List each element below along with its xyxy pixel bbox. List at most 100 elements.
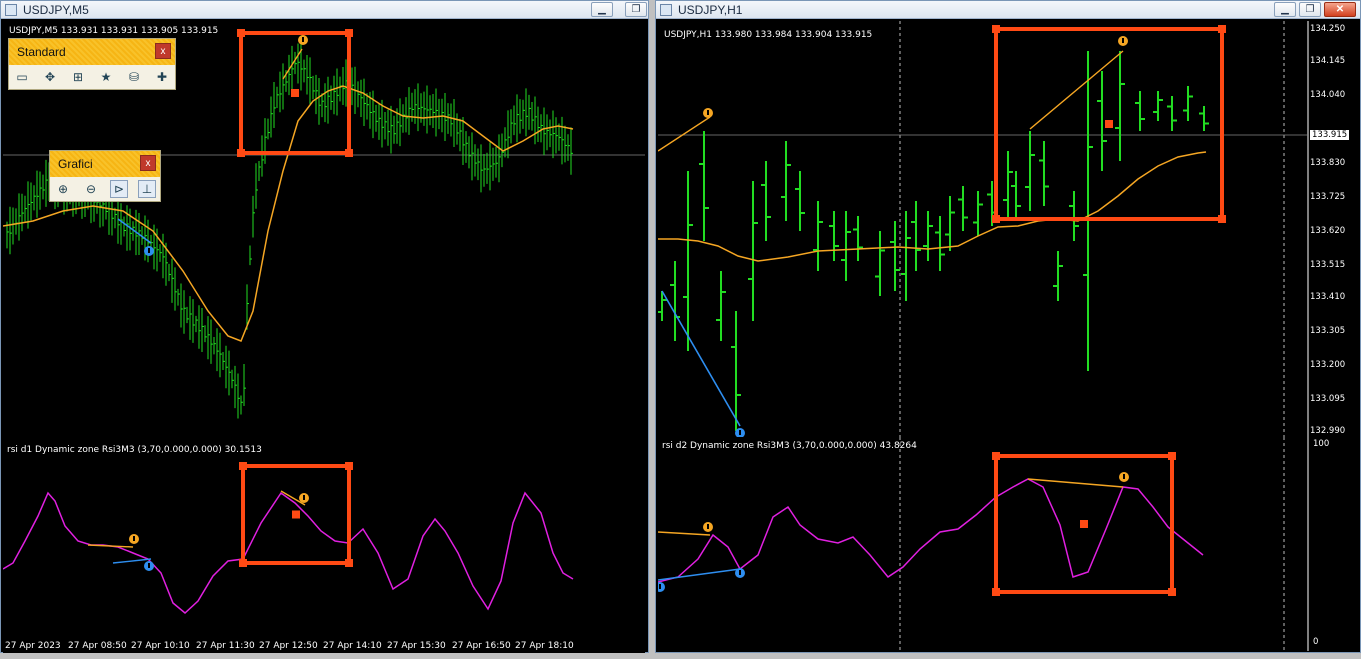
highlight-handle (992, 215, 1000, 223)
window-icon[interactable]: ▭ (13, 68, 31, 86)
window-titlebar[interactable]: USDJPY,M5 ▁ ❐ (1, 1, 648, 19)
toolbar-header[interactable]: Grafici x (50, 151, 160, 177)
bearish-arrow-icon-stem (1122, 38, 1124, 43)
autoscroll-icon[interactable]: ⊥ (138, 180, 156, 198)
time-label: 27 Apr 11:30 (196, 641, 255, 651)
bearish-arrow-icon-stem (302, 37, 304, 42)
highlight-handle (345, 462, 353, 470)
price-label: 133.725 (1310, 192, 1346, 202)
symbol-info: USDJPY,M5 133.931 133.931 133.905 133.91… (9, 26, 219, 36)
highlight-center-handle (1105, 120, 1113, 128)
window-title: USDJPY,M5 (23, 3, 89, 17)
toolbar-header[interactable]: Standard x (9, 39, 175, 65)
rsi-line (3, 491, 574, 614)
toolbar-grafici[interactable]: Grafici x ⊕ ⊖ ⊳ ⊥ (49, 150, 161, 202)
minimize-button[interactable]: ▁ (591, 2, 613, 17)
highlight-handle (1168, 452, 1176, 460)
price-label: 133.305 (1310, 326, 1346, 336)
highlight-handle (1168, 588, 1176, 596)
time-label: 27 Apr 12:50 (259, 641, 318, 651)
indicator-info: rsi d1 Dynamic zone Rsi3M3 (3,70,0.000,0… (7, 445, 262, 455)
highlight-center-handle (291, 89, 299, 97)
navigator-icon[interactable]: ⊞ (69, 68, 87, 86)
time-label: 27 Apr 15:30 (387, 641, 446, 651)
toolbar-title: Standard (17, 45, 66, 59)
highlight-handle (1218, 215, 1226, 223)
price-label: 133.830 (1310, 158, 1346, 168)
price-label: 134.040 (1310, 90, 1346, 100)
toolbar-standard[interactable]: Standard x ▭ ✥ ⊞ ★ ⛁ ✚ (8, 38, 176, 90)
price-chart-h1[interactable]: USDJPY,H1 133.980 133.984 133.904 133.91… (658, 21, 1360, 437)
new-order-icon[interactable]: ✚ (153, 68, 171, 86)
bullish-divergence-line (117, 218, 152, 244)
moving-average-line (658, 151, 1207, 262)
price-label: 133.200 (1310, 360, 1346, 370)
price-label: 133.095 (1310, 394, 1346, 404)
highlight-handle (239, 462, 247, 470)
indicator-scale-top: 100 (1313, 439, 1330, 449)
highlight-handle (237, 29, 245, 37)
time-label: 27 Apr 08:50 (68, 641, 127, 651)
symbol-info: USDJPY,H1 133.980 133.984 133.904 133.91… (664, 30, 873, 40)
price-label: 132.990 (1310, 426, 1346, 436)
bearish-divergence-line (658, 531, 711, 536)
price-label: 133.515 (1310, 260, 1346, 270)
bearish-arrow-icon-stem (133, 536, 135, 541)
bearish-divergence-line (658, 116, 711, 152)
zoom-in-icon[interactable]: ⊕ (54, 180, 72, 198)
minimize-button[interactable]: ▁ (1274, 2, 1296, 17)
time-label: 27 Apr 2023 (5, 641, 61, 651)
price-axis-h1: 134.250 134.145 134.040 133.915 133.830 133.7… (1310, 20, 1361, 436)
bearish-arrow-icon-stem (1123, 474, 1125, 479)
time-label: 27 Apr 10:10 (131, 641, 190, 651)
bullish-arrow-icon-stem (659, 584, 661, 589)
window-title: USDJPY,H1 (678, 3, 743, 17)
time-axis-m5: 27 Apr 2023 27 Apr 08:50 27 Apr 10:10 27 Ap… (3, 639, 645, 653)
indicator-scale-bottom: 0 (1313, 637, 1319, 647)
bullish-arrow-icon-stem (739, 570, 741, 575)
favorites-icon[interactable]: ★ (97, 68, 115, 86)
price-label: 133.620 (1310, 226, 1346, 236)
price-label: 133.410 (1310, 292, 1346, 302)
highlight-handle (239, 559, 247, 567)
chart-window-m5[interactable]: USDJPY,M5 ▁ ❐ USDJPY,M5 133.931 133.931 … (0, 0, 649, 653)
restore-button[interactable]: ❐ (1299, 2, 1321, 17)
current-price-label: 133.915 (1310, 130, 1350, 140)
bullish-divergence-line (112, 558, 152, 564)
crosshair-icon[interactable]: ✥ (41, 68, 59, 86)
bearish-arrow-icon-stem (303, 495, 305, 500)
bullish-divergence-line (661, 290, 741, 427)
rsi-line (658, 478, 1204, 583)
bullish-arrow-icon-stem (739, 430, 741, 435)
bullish-divergence-line (658, 568, 741, 581)
price-label: 134.250 (1310, 24, 1346, 34)
indicator-info: rsi d2 Dynamic zone Rsi3M3 (3,70,0.000,0… (662, 441, 917, 451)
toolbar-title: Grafici (58, 157, 93, 171)
bearish-divergence-line (1029, 50, 1124, 130)
highlight-handle (345, 559, 353, 567)
highlight-center-handle (1080, 520, 1088, 528)
highlight-handle (1218, 25, 1226, 33)
bullish-arrow-icon-stem (148, 563, 150, 568)
indicator-chart-m5[interactable]: rsi d1 Dynamic zone Rsi3M3 (3,70,0.000,0… (3, 441, 645, 639)
highlight-handle (345, 29, 353, 37)
window-titlebar[interactable]: USDJPY,H1 ▁ ❐ ✕ (656, 1, 1360, 19)
bearish-divergence-line (87, 544, 134, 548)
price-label: 134.145 (1310, 56, 1346, 66)
highlight-handle (992, 25, 1000, 33)
chart-shift-icon[interactable]: ⊳ (110, 180, 128, 198)
chart-window-h1[interactable]: USDJPY,H1 ▁ ❐ ✕ USDJPY,H1 133.980 133.98… (655, 0, 1361, 653)
time-label: 27 Apr 14:10 (323, 641, 382, 651)
highlight-handle (345, 149, 353, 157)
close-toolbar-button[interactable]: x (155, 43, 171, 59)
highlight-center-handle (292, 510, 300, 519)
indicator-chart-h1[interactable]: rsi d2 Dynamic zone Rsi3M3 (3,70,0.000,0… (658, 437, 1360, 651)
zoom-out-icon[interactable]: ⊖ (82, 180, 100, 198)
close-button[interactable]: ✕ (1324, 2, 1356, 17)
bullish-arrow-icon-stem (148, 248, 150, 253)
restore-button[interactable]: ❐ (625, 2, 647, 17)
highlight-handle (992, 588, 1000, 596)
database-icon[interactable]: ⛁ (125, 68, 143, 86)
chart-window-icon (5, 4, 17, 16)
close-toolbar-button[interactable]: x (140, 155, 156, 171)
